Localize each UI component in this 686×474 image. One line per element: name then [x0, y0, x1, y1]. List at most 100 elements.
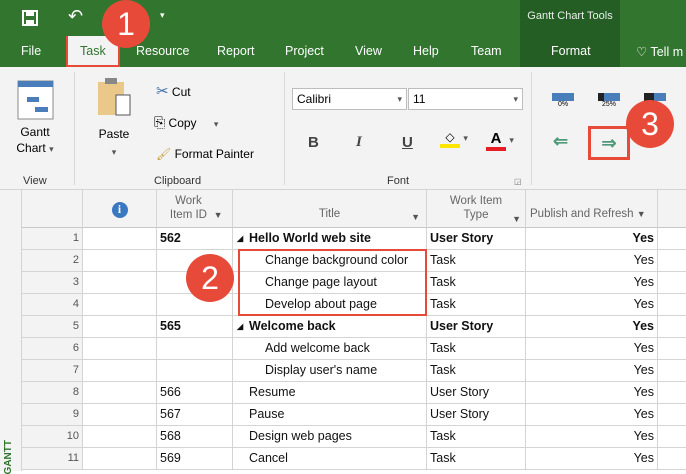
publish-refresh-cell[interactable]: Yes	[526, 272, 658, 294]
table-row[interactable]: 10 568 Design web pages Task Yes	[0, 426, 686, 448]
outdent-task-button[interactable]: ⇐	[553, 131, 568, 152]
work-item-id-cell[interactable]: 568	[157, 426, 233, 448]
work-item-type-cell[interactable]: Task	[427, 272, 526, 294]
indicator-cell[interactable]	[83, 360, 157, 382]
paste-button[interactable]: Paste ▾	[92, 125, 136, 161]
indicator-cell[interactable]	[83, 382, 157, 404]
row-number[interactable]: 4	[22, 294, 83, 316]
table-row[interactable]: 7 Display user's name Task Yes	[0, 360, 686, 382]
publish-refresh-cell[interactable]: Yes	[526, 360, 658, 382]
table-row[interactable]: 1 562 ◢ Hello World web site User Story Y…	[0, 228, 686, 250]
collapse-triangle-icon[interactable]: ◢	[237, 316, 243, 337]
font-color-button[interactable]: A ▾	[486, 130, 514, 151]
work-item-type-cell[interactable]: Task	[427, 426, 526, 448]
publish-refresh-cell[interactable]: Yes	[526, 316, 658, 338]
indent-task-button[interactable]: ⇒	[588, 126, 630, 160]
publish-refresh-cell[interactable]: Yes	[526, 338, 658, 360]
header-work-item-type[interactable]: Work Item Type ▼	[427, 190, 526, 228]
header-publish-refresh[interactable]: Publish and Refresh ▼	[526, 190, 658, 228]
font-name-select[interactable]: Calibri ▾	[292, 88, 407, 110]
copy-button[interactable]: ⎘ Copy ▾	[154, 114, 218, 131]
indicator-cell[interactable]	[83, 250, 157, 272]
title-cell[interactable]: Cancel	[233, 448, 427, 470]
work-item-id-cell[interactable]: 566	[157, 382, 233, 404]
work-item-id-cell[interactable]: 565	[157, 316, 233, 338]
row-number[interactable]: 3	[22, 272, 83, 294]
undo-icon[interactable]: ↶	[68, 6, 83, 27]
work-item-type-cell[interactable]: Task	[427, 338, 526, 360]
cut-button[interactable]: ✂ Cut	[156, 82, 191, 100]
work-item-id-cell[interactable]	[157, 360, 233, 382]
work-item-type-cell[interactable]: User Story	[427, 382, 526, 404]
highlight-color-button[interactable]: ◇ ▾	[440, 130, 468, 148]
gantt-chart-button[interactable]: Gantt Chart ▾	[12, 124, 58, 157]
italic-button[interactable]: I	[356, 134, 362, 151]
tab-resource[interactable]: Resource	[136, 44, 190, 58]
work-item-type-cell[interactable]: User Story	[427, 316, 526, 338]
mark-25-percent-button[interactable]: 25%	[598, 93, 620, 108]
row-number[interactable]: 8	[22, 382, 83, 404]
row-number[interactable]: 1	[22, 228, 83, 250]
work-item-id-cell[interactable]: 567	[157, 404, 233, 426]
row-number[interactable]: 6	[22, 338, 83, 360]
indicator-cell[interactable]	[83, 448, 157, 470]
work-item-type-cell[interactable]: Task	[427, 250, 526, 272]
publish-refresh-cell[interactable]: Yes	[526, 448, 658, 470]
row-number[interactable]: 2	[22, 250, 83, 272]
tab-project[interactable]: Project	[285, 44, 324, 58]
tab-report[interactable]: Report	[217, 44, 255, 58]
row-number[interactable]: 11	[22, 448, 83, 470]
header-work-item-id[interactable]: Work Item ID ▼	[157, 190, 233, 228]
table-row[interactable]: 5 565 ◢ Welcome back User Story Yes	[0, 316, 686, 338]
font-size-select[interactable]: 11 ▾	[408, 88, 523, 110]
publish-refresh-cell[interactable]: Yes	[526, 250, 658, 272]
format-painter-button[interactable]: 🖌 Format Painter	[156, 147, 254, 161]
indicator-cell[interactable]	[83, 316, 157, 338]
table-row[interactable]: 9 567 Pause User Story Yes	[0, 404, 686, 426]
collapse-triangle-icon[interactable]: ◢	[237, 228, 243, 249]
work-item-id-cell[interactable]: 562	[157, 228, 233, 250]
title-cell[interactable]: Pause	[233, 404, 427, 426]
indicator-cell[interactable]	[83, 294, 157, 316]
table-row[interactable]: 6 Add welcome back Task Yes	[0, 338, 686, 360]
header-title[interactable]: Title ▼	[233, 190, 427, 228]
tab-team[interactable]: Team	[471, 44, 502, 58]
bold-button[interactable]: B	[308, 134, 319, 151]
indicator-cell[interactable]	[83, 426, 157, 448]
publish-refresh-cell[interactable]: Yes	[526, 382, 658, 404]
tell-me[interactable]: ♡ Tell m	[636, 44, 683, 59]
indicator-cell[interactable]	[83, 272, 157, 294]
tab-view[interactable]: View	[355, 44, 382, 58]
indicator-cell[interactable]	[83, 228, 157, 250]
publish-refresh-cell[interactable]: Yes	[526, 426, 658, 448]
row-number[interactable]: 10	[22, 426, 83, 448]
row-number[interactable]: 5	[22, 316, 83, 338]
header-indicators[interactable]: i	[83, 190, 157, 228]
work-item-type-cell[interactable]: User Story	[427, 404, 526, 426]
title-cell[interactable]: Resume	[233, 382, 427, 404]
customize-qat-icon[interactable]: ▾	[160, 10, 165, 21]
work-item-type-cell[interactable]: Task	[427, 360, 526, 382]
publish-refresh-cell[interactable]: Yes	[526, 404, 658, 426]
publish-refresh-cell[interactable]: Yes	[526, 228, 658, 250]
tab-format[interactable]: Format	[551, 44, 591, 58]
work-item-id-cell[interactable]: 569	[157, 448, 233, 470]
work-item-type-cell[interactable]: Task	[427, 448, 526, 470]
title-cell[interactable]: Display user's name	[233, 360, 427, 382]
save-icon[interactable]	[22, 10, 38, 26]
indicator-cell[interactable]	[83, 338, 157, 360]
title-cell[interactable]: ◢ Hello World web site	[233, 228, 427, 250]
work-item-type-cell[interactable]: Task	[427, 294, 526, 316]
table-row[interactable]: 8 566 Resume User Story Yes	[0, 382, 686, 404]
underline-button[interactable]: U	[402, 134, 413, 151]
title-cell[interactable]: Design web pages	[233, 426, 427, 448]
publish-refresh-cell[interactable]: Yes	[526, 294, 658, 316]
row-number[interactable]: 9	[22, 404, 83, 426]
mark-0-percent-button[interactable]: 0%	[552, 93, 574, 108]
tab-help[interactable]: Help	[413, 44, 439, 58]
title-cell[interactable]: Add welcome back	[233, 338, 427, 360]
font-dialog-launcher-icon[interactable]: ◲	[514, 177, 522, 186]
tab-file[interactable]: File	[21, 44, 41, 58]
title-cell[interactable]: ◢ Welcome back	[233, 316, 427, 338]
row-number[interactable]: 7	[22, 360, 83, 382]
